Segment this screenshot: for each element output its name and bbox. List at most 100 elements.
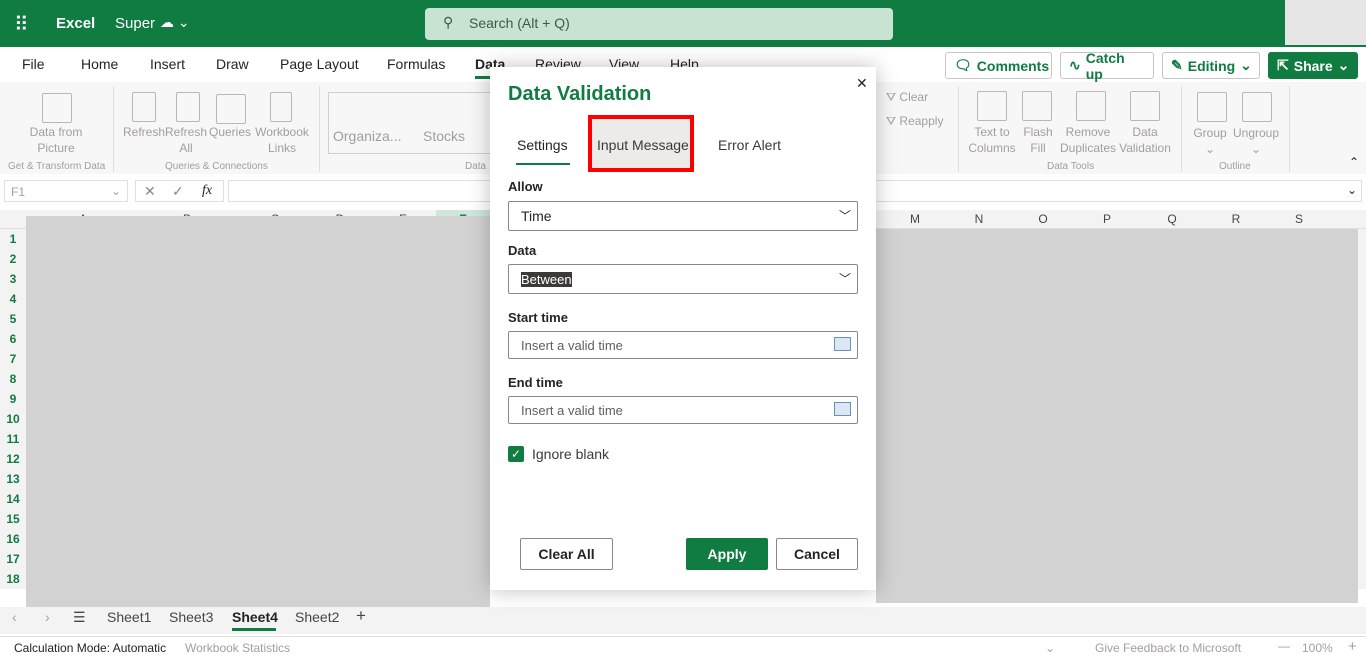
tab-error-alert[interactable]: Error Alert <box>718 137 781 153</box>
cancel-icon[interactable]: ✕ <box>144 183 156 200</box>
add-sheet-icon[interactable]: + <box>356 606 366 626</box>
app-launcher-icon[interactable]: ⠿ <box>14 12 29 37</box>
ungroup-label: Ungroup <box>1232 126 1280 140</box>
sheet-tab[interactable]: Sheet2 <box>295 609 339 625</box>
apply-button[interactable]: Apply <box>686 538 768 570</box>
tab-page-layout[interactable]: Page Layout <box>280 56 359 72</box>
tab-input-message[interactable]: Input Message <box>597 137 689 153</box>
row-header[interactable]: 16 <box>0 529 26 549</box>
zoom-in-icon[interactable]: + <box>1348 638 1357 655</box>
cancel-button[interactable]: Cancel <box>776 538 858 570</box>
chevron-down-icon[interactable]: ⌄ <box>1045 641 1055 655</box>
file-status-chevron-icon[interactable]: ☁ ⌄ <box>160 14 190 31</box>
row-header[interactable]: 6 <box>0 329 26 349</box>
workbook-links-button[interactable]: Workbook Links <box>252 124 312 156</box>
app-name[interactable]: Excel <box>56 15 95 32</box>
row-header[interactable]: 12 <box>0 449 26 469</box>
organization-button[interactable]: Organiza... <box>333 128 401 144</box>
row-header[interactable]: 14 <box>0 489 26 509</box>
row-header[interactable]: 17 <box>0 549 26 569</box>
row-header[interactable]: 15 <box>0 509 26 529</box>
search-placeholder: Search (Alt + Q) <box>469 15 570 31</box>
name-box[interactable]: F1 ⌄ <box>4 180 128 202</box>
remove-duplicates-button[interactable]: Remove Duplicates <box>1058 124 1118 156</box>
prev-sheet-icon[interactable]: ‹ <box>12 609 17 625</box>
sheet-tab-active[interactable]: Sheet4 <box>232 609 278 625</box>
queries-button[interactable]: Queries <box>207 124 253 140</box>
vertical-scrollbar[interactable] <box>1358 229 1366 589</box>
group-outline: Outline <box>1219 161 1251 172</box>
tab-insert[interactable]: Insert <box>150 56 185 72</box>
data-select[interactable]: Between ﹀ <box>508 264 858 294</box>
next-sheet-icon[interactable]: › <box>45 609 50 625</box>
share-button[interactable]: ⇱ Share ⌄ <box>1268 52 1358 79</box>
collapse-ribbon-icon[interactable]: ⌃ <box>1349 155 1359 169</box>
sheet-tab[interactable]: Sheet3 <box>169 609 213 625</box>
close-icon[interactable]: ✕ <box>856 75 868 92</box>
editing-button[interactable]: ✎ Editing ⌄ <box>1162 52 1260 79</box>
text-to-columns-button[interactable]: Text to Columns <box>965 124 1019 156</box>
start-time-placeholder: Insert a valid time <box>521 338 623 353</box>
row-header[interactable]: 3 <box>0 269 26 289</box>
clear-all-button[interactable]: Clear All <box>520 538 613 570</box>
refresh-button[interactable]: Refresh <box>122 124 166 140</box>
catch-up-button[interactable]: ∿ Catch up <box>1060 50 1154 82</box>
column-header[interactable]: P <box>1087 212 1127 226</box>
zoom-level[interactable]: 100% <box>1302 641 1333 655</box>
row-header[interactable]: 7 <box>0 349 26 369</box>
row-header[interactable]: 18 <box>0 569 26 589</box>
file-name[interactable]: Super <box>115 15 155 32</box>
tab-draw[interactable]: Draw <box>216 56 249 72</box>
start-time-input[interactable]: Insert a valid time <box>508 331 858 359</box>
refresh-icon <box>132 92 156 122</box>
flash-fill-button[interactable]: Flash Fill <box>1020 124 1056 156</box>
ungroup-button[interactable]: Ungroup ⌄ <box>1230 125 1282 157</box>
time-picker-icon[interactable] <box>834 402 851 416</box>
fx-icon[interactable]: fx <box>202 183 212 199</box>
column-header[interactable]: S <box>1279 212 1319 226</box>
expand-formula-icon[interactable]: ⌄ <box>1347 183 1357 197</box>
row-header[interactable]: 8 <box>0 369 26 389</box>
tab-settings[interactable]: Settings <box>517 137 568 153</box>
zoom-out-icon[interactable]: — <box>1278 639 1290 653</box>
refresh-all-button[interactable]: Refresh All <box>164 124 208 156</box>
calculation-mode[interactable]: Calculation Mode: Automatic <box>14 641 166 655</box>
row-header[interactable]: 5 <box>0 309 26 329</box>
row-header[interactable]: 13 <box>0 469 26 489</box>
column-header[interactable]: Q <box>1152 212 1192 226</box>
clear-filter-button[interactable]: ⛛ Clear <box>886 89 928 105</box>
column-header[interactable]: R <box>1216 212 1256 226</box>
grid-overlay-right <box>876 229 1358 603</box>
row-header[interactable]: 11 <box>0 429 26 449</box>
sheet-tab[interactable]: Sheet1 <box>107 609 151 625</box>
group-button[interactable]: Group ⌄ <box>1192 125 1228 157</box>
row-header[interactable]: 1 <box>0 229 26 249</box>
column-header[interactable]: O <box>1023 212 1063 226</box>
data-from-picture-button[interactable]: Data from Picture <box>20 124 92 156</box>
time-picker-icon[interactable] <box>834 337 851 351</box>
feedback-link[interactable]: Give Feedback to Microsoft <box>1095 641 1241 655</box>
confirm-icon[interactable]: ✓ <box>172 183 184 200</box>
tab-home[interactable]: Home <box>81 56 118 72</box>
data-validation-button[interactable]: Data Validation <box>1116 124 1174 156</box>
end-time-input[interactable]: Insert a valid time <box>508 396 858 424</box>
search-box[interactable]: ⚲ Search (Alt + Q) <box>425 8 893 40</box>
row-header[interactable]: 4 <box>0 289 26 309</box>
comments-button[interactable]: 🗨 Comments <box>945 52 1052 79</box>
row-header[interactable]: 10 <box>0 409 26 429</box>
tab-file[interactable]: File <box>22 56 45 72</box>
workbook-statistics[interactable]: Workbook Statistics <box>185 641 290 655</box>
share-icon: ⇱ <box>1277 57 1289 73</box>
reapply-filter-button[interactable]: ⛛ Reapply <box>886 113 943 129</box>
column-header[interactable]: N <box>959 212 999 226</box>
row-header[interactable]: 9 <box>0 389 26 409</box>
allow-select[interactable]: Time ﹀ <box>508 201 858 231</box>
stocks-button[interactable]: Stocks <box>423 128 465 144</box>
grid-overlay-left <box>26 216 490 607</box>
row-header[interactable]: 2 <box>0 249 26 269</box>
formula-controls: ✕ ✓ fx <box>135 180 224 202</box>
all-sheets-menu-icon[interactable]: ☰ <box>73 609 86 626</box>
ignore-blank-checkbox[interactable]: ✓ <box>508 446 524 462</box>
column-header[interactable]: M <box>895 212 935 226</box>
tab-formulas[interactable]: Formulas <box>387 56 445 72</box>
